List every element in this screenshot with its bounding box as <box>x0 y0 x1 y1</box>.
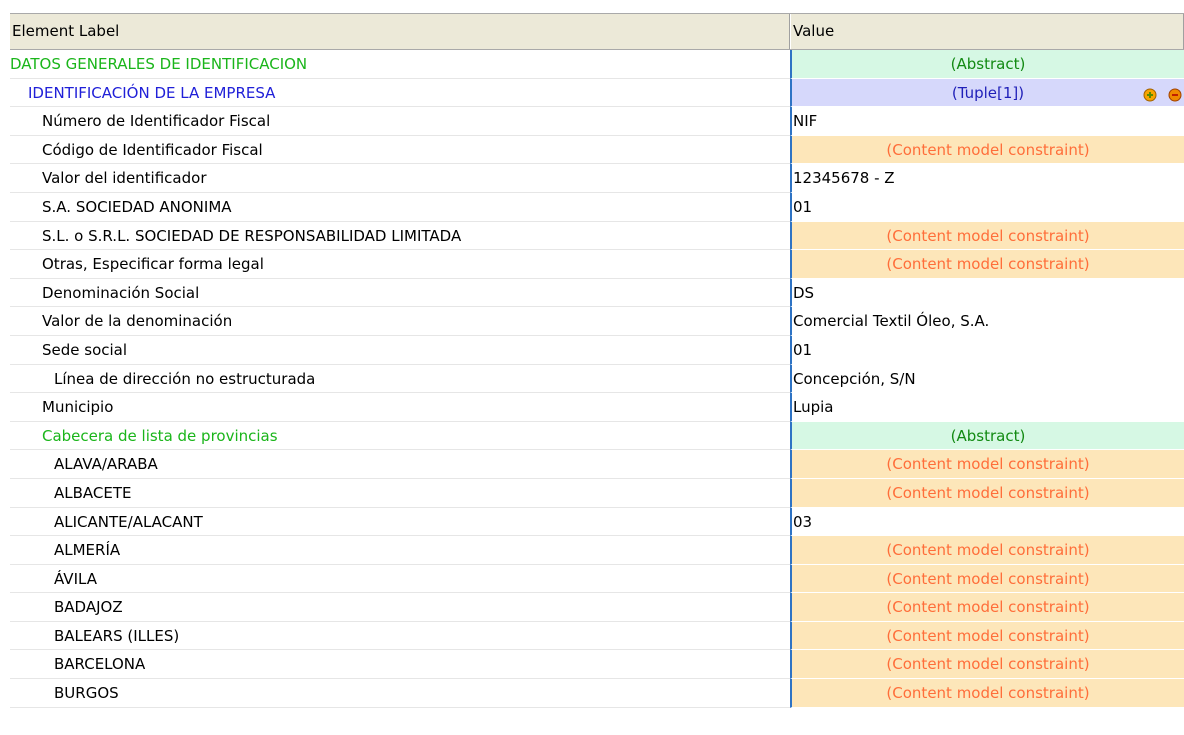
value-field[interactable]: Lupia <box>790 393 1184 422</box>
element-label[interactable]: S.L. o S.R.L. SOCIEDAD DE RESPONSABILIDA… <box>10 222 790 251</box>
constraint-value[interactable]: (Content model constraint) <box>790 621 1184 651</box>
value-field[interactable]: 01 <box>790 335 1184 365</box>
table-row[interactable]: BADAJOZ (Content model constraint) <box>10 593 1184 622</box>
table-row[interactable]: Número de Identificador Fiscal NIF <box>10 107 1184 136</box>
constraint-value[interactable]: (Content model constraint) <box>790 450 1184 479</box>
column-header-value[interactable]: Value <box>790 14 1184 49</box>
table-row[interactable]: ALICANTE/ALACANT 03 <box>10 507 1184 537</box>
remove-tuple-icon[interactable] <box>1168 88 1182 102</box>
grid-body: DATOS GENERALES DE IDENTIFICACION (Abstra… <box>10 50 1184 708</box>
table-row[interactable]: Cabecera de lista de provincias (Abstract… <box>10 421 1184 451</box>
table-row[interactable]: Denominación Social DS <box>10 278 1184 308</box>
element-label[interactable]: Valor del identificador <box>10 164 790 193</box>
element-label[interactable]: Código de Identificador Fiscal <box>10 136 790 165</box>
table-row[interactable]: IDENTIFICACIÓN DE LA EMPRESA (Tuple[1]) <box>10 78 1184 108</box>
value-field[interactable]: Comercial Textil Óleo, S.A. <box>790 307 1184 336</box>
table-row[interactable]: ÁVILA (Content model constraint) <box>10 564 1184 594</box>
column-header-element-label[interactable]: Element Label <box>10 14 790 49</box>
abstract-value[interactable]: (Abstract) <box>790 421 1184 451</box>
element-label[interactable]: DATOS GENERALES DE IDENTIFICACION <box>10 50 790 79</box>
constraint-value[interactable]: (Content model constraint) <box>790 650 1184 680</box>
table-row[interactable]: Sede social 01 <box>10 335 1184 365</box>
table-row[interactable]: BALEARS (ILLES) (Content model constraint… <box>10 621 1184 651</box>
element-label[interactable]: Municipio <box>10 393 790 422</box>
table-row[interactable]: BURGOS (Content model constraint) <box>10 679 1184 708</box>
constraint-value[interactable]: (Content model constraint) <box>790 536 1184 565</box>
table-row[interactable]: ALAVA/ARABA (Content model constraint) <box>10 450 1184 479</box>
element-label[interactable]: BALEARS (ILLES) <box>10 622 790 651</box>
constraint-value[interactable]: (Content model constraint) <box>790 135 1184 165</box>
element-label[interactable]: Cabecera de lista de provincias <box>10 422 790 451</box>
table-row[interactable]: Otras, Especificar forma legal (Content m… <box>10 250 1184 279</box>
value-field[interactable]: 12345678 - Z <box>790 164 1184 193</box>
tuple-value-cell[interactable]: (Tuple[1]) <box>790 78 1184 108</box>
table-row[interactable]: S.L. o S.R.L. SOCIEDAD DE RESPONSABILIDA… <box>10 221 1184 251</box>
table-row[interactable]: Valor del identificador 12345678 - Z <box>10 164 1184 193</box>
table-row[interactable]: Municipio Lupia <box>10 393 1184 422</box>
table-row[interactable]: ALMERÍA (Content model constraint) <box>10 536 1184 565</box>
tuple-actions <box>1140 84 1184 104</box>
element-label[interactable]: ALAVA/ARABA <box>10 450 790 479</box>
table-row[interactable]: BARCELONA (Content model constraint) <box>10 650 1184 680</box>
element-label[interactable]: IDENTIFICACIÓN DE LA EMPRESA <box>10 79 790 108</box>
value-field[interactable]: 03 <box>790 507 1184 537</box>
grid-header: Element Label Value <box>10 13 1184 50</box>
element-grid: Element Label Value DATOS GENERALES DE I… <box>10 13 1184 708</box>
element-label[interactable]: ALICANTE/ALACANT <box>10 508 790 537</box>
constraint-value[interactable]: (Content model constraint) <box>790 250 1184 279</box>
element-label[interactable]: Otras, Especificar forma legal <box>10 250 790 279</box>
value-field[interactable]: 01 <box>790 192 1184 222</box>
element-label[interactable]: ÁVILA <box>10 565 790 594</box>
add-tuple-icon[interactable] <box>1142 87 1158 102</box>
tuple-value: (Tuple[1]) <box>820 80 1156 107</box>
value-field[interactable]: Concepción, S/N <box>790 364 1184 394</box>
element-label[interactable]: Denominación Social <box>10 279 790 308</box>
element-label[interactable]: Número de Identificador Fiscal <box>10 107 790 136</box>
table-row[interactable]: S.A. SOCIEDAD ANONIMA 01 <box>10 192 1184 222</box>
element-label[interactable]: Línea de dirección no estructurada <box>10 365 790 394</box>
value-field[interactable]: DS <box>790 278 1184 308</box>
element-label[interactable]: ALMERÍA <box>10 536 790 565</box>
element-label[interactable]: Valor de la denominación <box>10 307 790 336</box>
table-row[interactable]: Valor de la denominación Comercial Textil… <box>10 307 1184 336</box>
element-label[interactable]: S.A. SOCIEDAD ANONIMA <box>10 193 790 222</box>
constraint-value[interactable]: (Content model constraint) <box>790 478 1184 508</box>
table-row[interactable]: Código de Identificador Fiscal (Content m… <box>10 135 1184 165</box>
element-label[interactable]: BADAJOZ <box>10 593 790 622</box>
table-row[interactable]: DATOS GENERALES DE IDENTIFICACION (Abstra… <box>10 50 1184 79</box>
constraint-value[interactable]: (Content model constraint) <box>790 221 1184 251</box>
constraint-value[interactable]: (Content model constraint) <box>790 564 1184 594</box>
element-label[interactable]: BARCELONA <box>10 650 790 680</box>
constraint-value[interactable]: (Content model constraint) <box>790 593 1184 622</box>
table-row[interactable]: ALBACETE (Content model constraint) <box>10 478 1184 508</box>
table-row[interactable]: Línea de dirección no estructurada Concep… <box>10 364 1184 394</box>
element-label[interactable]: Sede social <box>10 336 790 365</box>
constraint-value[interactable]: (Content model constraint) <box>790 679 1184 708</box>
abstract-value[interactable]: (Abstract) <box>790 50 1184 79</box>
element-label[interactable]: BURGOS <box>10 679 790 708</box>
value-field[interactable]: NIF <box>790 107 1184 136</box>
element-label[interactable]: ALBACETE <box>10 479 790 508</box>
